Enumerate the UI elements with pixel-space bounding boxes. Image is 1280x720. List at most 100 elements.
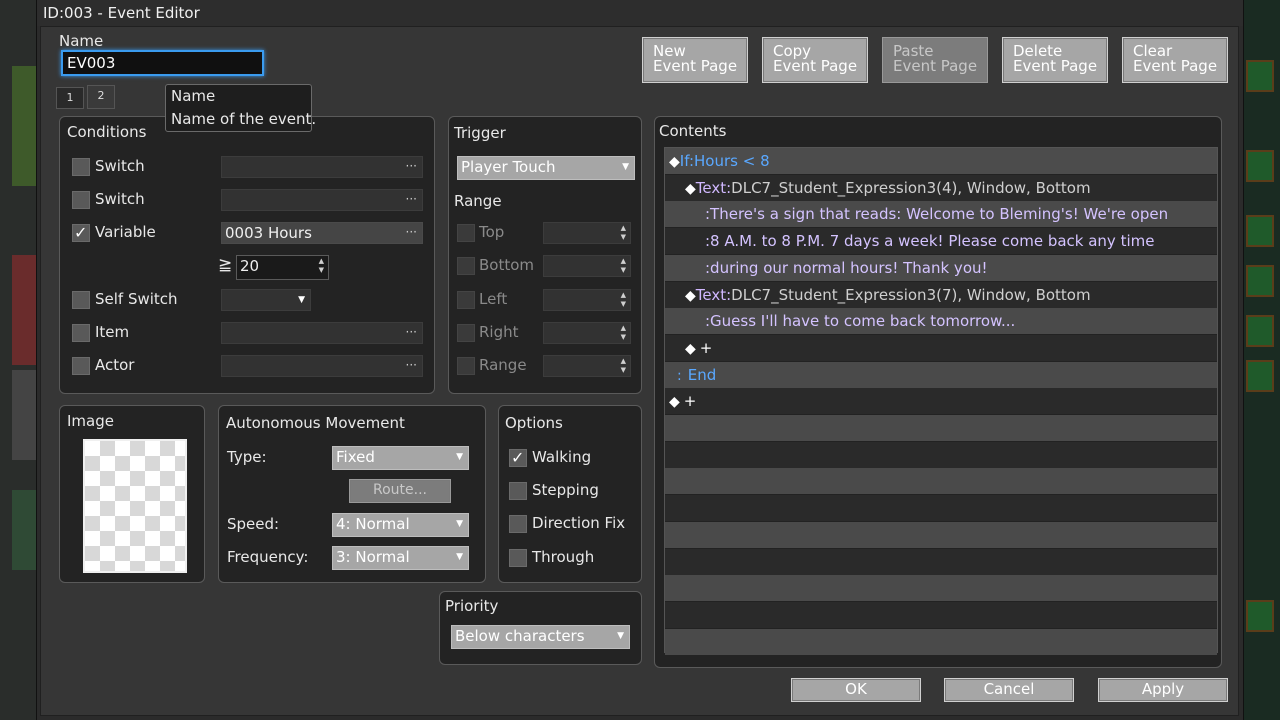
stepping-checkbox[interactable] (509, 482, 527, 500)
walking-checkbox[interactable]: ✓ (509, 448, 527, 467)
range-range-stepper[interactable]: ▲ ▼ (543, 355, 631, 377)
conditions-panel: Conditions Switch ··· Switch ··· ✓ Varia… (59, 116, 435, 394)
priority-panel: Priority Below characters ▼ (439, 591, 642, 665)
chevron-down-icon: ▼ (456, 452, 463, 462)
command-row[interactable]: ◆If:Hours < 8 (665, 148, 1217, 174)
new-event-page-button[interactable]: New Event Page (642, 37, 748, 83)
switch2-select[interactable]: ··· (221, 189, 423, 211)
contents-title: Contents (659, 122, 727, 140)
range-top-stepper[interactable]: ▲ ▼ (543, 222, 631, 244)
chevron-down-icon: ▼ (622, 162, 629, 172)
paste-event-page-button[interactable]: Paste Event Page (882, 37, 988, 83)
empty-command-row[interactable] (665, 468, 1217, 495)
command-row[interactable]: : End (665, 361, 1217, 388)
variable-value-stepper[interactable]: 20 ▲ ▼ (236, 255, 329, 280)
command-row[interactable]: ◆Text:DLC7_Student_Expression3(4), Windo… (665, 174, 1217, 201)
editor-body: Name EV003 1 2 New Event Page Copy Event P… (40, 26, 1239, 716)
direction-fix-checkbox[interactable] (509, 515, 527, 533)
copy-event-page-button[interactable]: Copy Event Page (762, 37, 868, 83)
empty-command-row[interactable] (665, 521, 1217, 548)
self-switch-checkbox[interactable] (72, 291, 90, 309)
operator-label: ≧ (218, 255, 233, 275)
through-checkbox[interactable] (509, 549, 527, 567)
command-text: End (687, 365, 717, 384)
apply-button[interactable]: Apply (1098, 678, 1228, 702)
check-icon: ✓ (74, 223, 88, 242)
switch2-label: Switch (95, 190, 145, 208)
empty-command-row[interactable] (665, 441, 1217, 468)
command-row[interactable]: :8 A.M. to 8 P.M. 7 days a week! Please … (665, 228, 1217, 255)
check-icon: ✓ (511, 448, 525, 467)
item-checkbox[interactable] (72, 324, 90, 342)
variable-label: Variable (95, 223, 156, 241)
command-row[interactable]: ◆Text:DLC7_Student_Expression3(7), Windo… (665, 281, 1217, 308)
switch2-checkbox[interactable] (72, 191, 90, 209)
ok-button[interactable]: OK (791, 678, 921, 702)
walking-label: Walking (532, 448, 592, 466)
trigger-select[interactable]: Player Touch ▼ (457, 156, 635, 180)
trigger-panel: Trigger Player Touch ▼ Range Top ▲ ▼ Botto… (448, 116, 642, 394)
conditions-title: Conditions (67, 123, 147, 141)
command-text: :Guess I'll have to come back tomorrow..… (705, 312, 1016, 331)
command-row[interactable]: :Guess I'll have to come back tomorrow..… (665, 308, 1217, 335)
diamond-icon: ◆ (685, 340, 696, 357)
command-keyword: If: (679, 152, 695, 170)
range-range-checkbox[interactable] (457, 357, 475, 375)
range-right-label: Right (479, 323, 519, 341)
range-right-stepper[interactable]: ▲ ▼ (543, 322, 631, 344)
empty-command-row[interactable] (665, 495, 1217, 522)
options-panel: Options ✓ Walking Stepping Direction Fix… (498, 405, 642, 583)
empty-command-row[interactable] (665, 415, 1217, 441)
actor-checkbox[interactable] (72, 357, 90, 375)
self-switch-select[interactable]: ▼ (221, 289, 311, 311)
command-text: DLC7_Student_Expression3(4), Window, Bot… (731, 178, 1091, 197)
empty-command-row[interactable] (665, 628, 1217, 655)
through-label: Through (532, 548, 595, 566)
title-bar: ID:003 - Event Editor (37, 0, 1243, 26)
actor-select[interactable]: ··· (221, 355, 423, 377)
command-row[interactable]: :There's a sign that reads: Welcome to B… (665, 201, 1217, 228)
empty-command-row[interactable] (665, 575, 1217, 602)
delete-event-page-button[interactable]: Delete Event Page (1002, 37, 1108, 83)
priority-title: Priority (445, 597, 499, 615)
tab-page-2[interactable]: 2 (87, 85, 115, 109)
range-right-checkbox[interactable] (457, 324, 475, 342)
tooltip-title: Name (171, 87, 216, 105)
route-button[interactable]: Route... (349, 479, 451, 503)
range-top-checkbox[interactable] (457, 224, 475, 242)
range-bottom-checkbox[interactable] (457, 257, 475, 275)
character-image-preview[interactable] (83, 439, 187, 573)
empty-command-row[interactable] (665, 601, 1217, 628)
diamond-icon: ◆ (685, 180, 696, 197)
command-list[interactable]: ◆If:Hours < 8 ◆Text:DLC7_Student_Expressi… (664, 147, 1218, 655)
range-range-label: Range (479, 356, 527, 374)
variable-checkbox[interactable]: ✓ (72, 223, 90, 242)
switch1-select[interactable]: ··· (221, 156, 423, 178)
name-label: Name (59, 32, 104, 50)
name-input[interactable]: EV003 (61, 50, 264, 76)
background-map-left (0, 0, 36, 720)
autonomous-movement-panel: Autonomous Movement Type: Fixed ▼ Route..… (218, 405, 486, 583)
command-row[interactable]: ◆ + (665, 388, 1217, 415)
trigger-title: Trigger (454, 124, 506, 142)
movement-frequency-select[interactable]: 3: Normal ▼ (332, 546, 469, 570)
item-label: Item (95, 323, 130, 341)
range-left-stepper[interactable]: ▲ ▼ (543, 289, 631, 311)
variable-select[interactable]: 0003 Hours ··· (221, 222, 423, 244)
range-bottom-stepper[interactable]: ▲ ▼ (543, 255, 631, 277)
cancel-button[interactable]: Cancel (944, 678, 1074, 702)
movement-type-select[interactable]: Fixed ▼ (332, 446, 469, 470)
empty-command-row[interactable] (665, 548, 1217, 575)
command-row[interactable]: ◆ + (665, 334, 1217, 361)
switch1-checkbox[interactable] (72, 158, 90, 176)
clear-event-page-button[interactable]: Clear Event Page (1122, 37, 1228, 83)
name-tooltip: Name Name of the event. (165, 84, 316, 132)
range-left-checkbox[interactable] (457, 291, 475, 309)
item-select[interactable]: ··· (221, 322, 423, 344)
movement-speed-label: Speed: (227, 515, 280, 533)
priority-select[interactable]: Below characters ▼ (451, 625, 630, 649)
command-row[interactable]: :during our normal hours! Thank you! (665, 254, 1217, 281)
movement-speed-select[interactable]: 4: Normal ▼ (332, 513, 469, 537)
tab-page-1[interactable]: 1 (56, 87, 84, 109)
switch1-label: Switch (95, 157, 145, 175)
